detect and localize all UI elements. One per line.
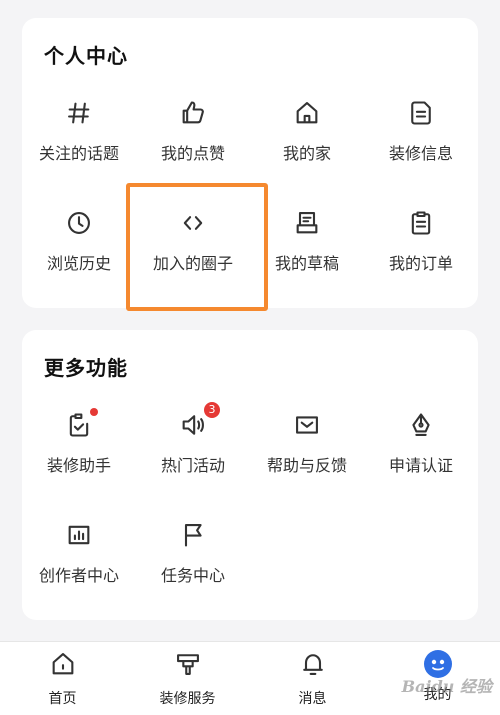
watermark: Baidu 经验: [401, 677, 492, 696]
bottom-tab-bar: 首页 装修服务 消息 我的 Baidu 经验: [0, 641, 500, 715]
tab-messages[interactable]: 消息: [250, 650, 375, 710]
grid-item-label: 申请认证: [388, 456, 453, 475]
home-icon: [290, 96, 324, 130]
grid-item-label: 浏览历史: [46, 254, 111, 273]
tab-label: 首页: [48, 691, 77, 707]
grid-item-label: 装修信息: [388, 144, 453, 163]
grid-item-joined-circles[interactable]: 加入的圈子: [136, 206, 250, 286]
draft-icon: [290, 206, 324, 240]
home-tab-icon: [49, 650, 77, 682]
grid-item-my-likes[interactable]: 我的点赞: [136, 96, 250, 176]
grid-item-label: 我的草稿: [274, 254, 339, 273]
grid-item-label: 我的家: [282, 144, 331, 163]
grid-item-my-home[interactable]: 我的家: [250, 96, 364, 176]
grid-item-label: 任务中心: [160, 566, 225, 585]
document-icon: [404, 96, 438, 130]
bell-icon: [299, 650, 327, 682]
tab-home[interactable]: 首页: [0, 650, 125, 710]
grid-item-my-orders[interactable]: 我的订单: [364, 206, 478, 286]
clock-icon: [62, 206, 96, 240]
grid-item-creator-center[interactable]: 创作者中心: [22, 518, 136, 598]
thumbs-up-icon: [176, 96, 210, 130]
grid-item-hot-activities[interactable]: 3 热门活动: [136, 402, 250, 488]
grid-item-label: 创作者中心: [38, 566, 119, 585]
grid-item-browse-history[interactable]: 浏览历史: [22, 206, 136, 286]
grid-item-my-drafts[interactable]: 我的草稿: [250, 206, 364, 286]
grid-item-help-feedback[interactable]: 帮助与反馈: [250, 408, 364, 488]
pen-nib-icon: [404, 408, 438, 442]
grid-item-label: 加入的圈子: [152, 254, 233, 273]
grid-item-followed-topics[interactable]: 关注的话题: [22, 96, 136, 176]
grid-item-label: 装修助手: [46, 456, 111, 475]
grid-item-label: 我的点赞: [160, 144, 225, 163]
hashtag-icon: [62, 96, 96, 130]
grid-item-label: 帮助与反馈: [266, 456, 347, 475]
mail-icon: [290, 408, 324, 442]
grid-item-task-center[interactable]: 任务中心: [136, 518, 250, 598]
personal-center-title: 个人中心: [44, 44, 128, 68]
flag-icon: [176, 518, 210, 552]
grid-item-decoration-assistant[interactable]: 装修助手: [22, 408, 136, 488]
more-functions-title: 更多功能: [44, 356, 128, 380]
tab-decoration-service[interactable]: 装修服务: [125, 650, 250, 710]
code-brackets-icon: [176, 206, 210, 240]
checklist-icon: [62, 408, 98, 442]
clipboard-icon: [404, 206, 438, 240]
bar-chart-icon: [62, 518, 96, 552]
speaker-icon: 3: [176, 402, 220, 442]
tab-label: 消息: [298, 691, 327, 707]
grid-item-label: 我的订单: [388, 254, 453, 273]
grid-item-apply-certification[interactable]: 申请认证: [364, 408, 478, 488]
notification-dot: [90, 408, 98, 416]
more-functions-card: 更多功能 装修助手 3 热门活动 帮助与反馈 申请认证 创作者中心 任务中心: [22, 330, 478, 620]
grid-item-decoration-info[interactable]: 装修信息: [364, 96, 478, 176]
tab-label: 装修服务: [159, 691, 216, 707]
notification-badge: 3: [204, 402, 220, 418]
personal-center-card: 个人中心 关注的话题 我的点赞 我的家 装修信息 浏览历史 加入的圈子 我的草稿…: [22, 18, 478, 308]
grid-item-label: 热门活动: [160, 456, 225, 475]
service-icon: [174, 650, 202, 682]
grid-item-label: 关注的话题: [38, 144, 119, 163]
